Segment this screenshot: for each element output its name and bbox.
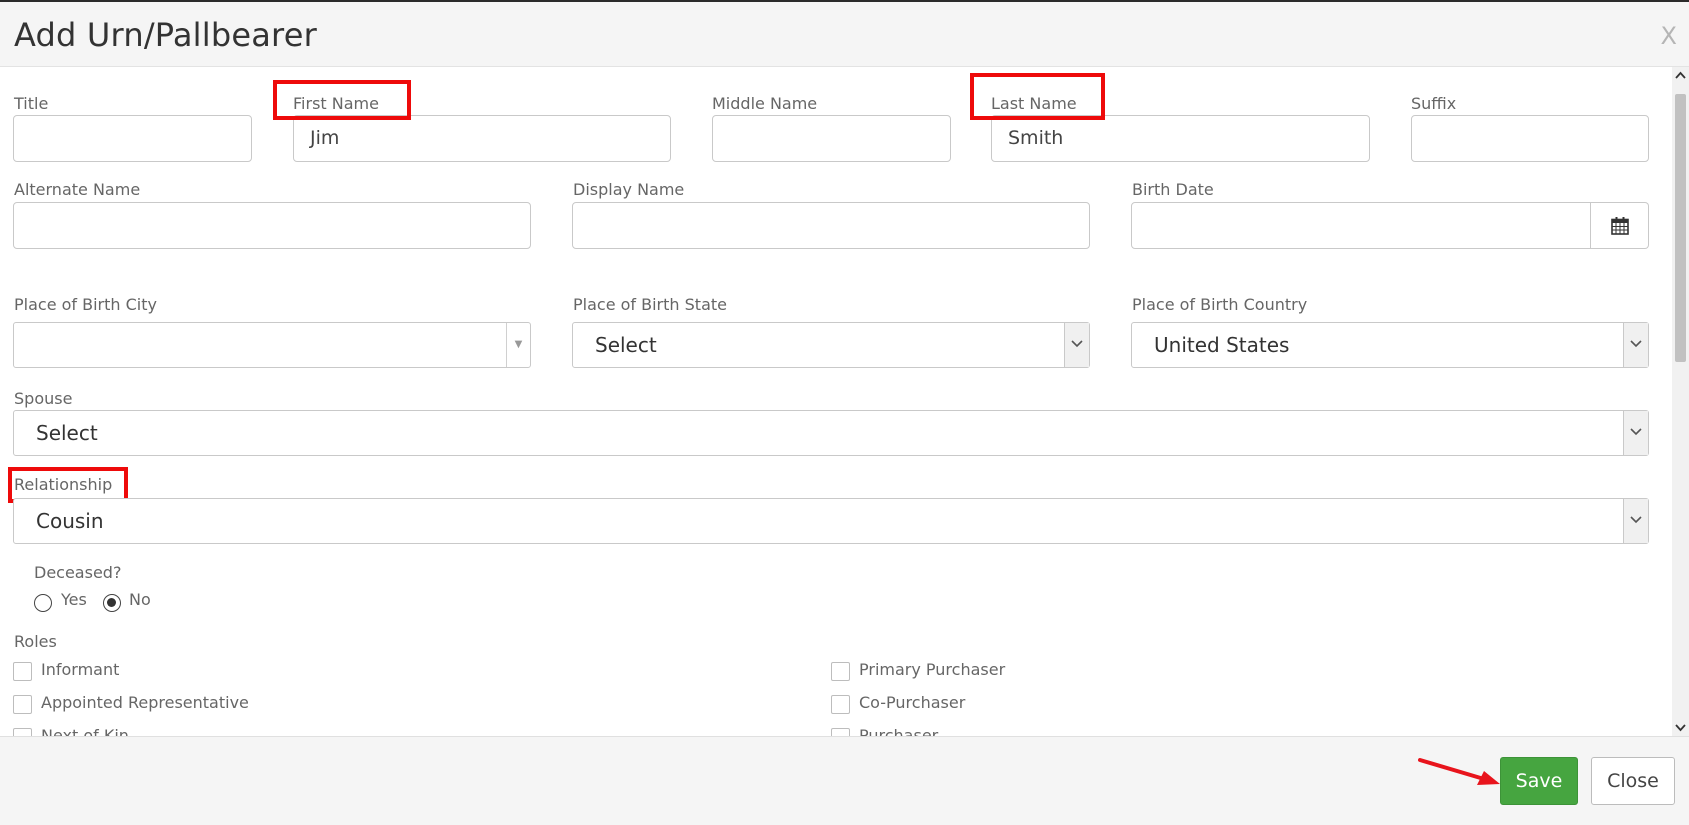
close-icon[interactable]: X <box>1661 22 1677 50</box>
chevron-down-icon[interactable] <box>1623 499 1648 543</box>
spouse-value: Select <box>36 421 98 445</box>
deceased-no-radio[interactable] <box>103 594 121 612</box>
middle-name-label: Middle Name <box>712 94 818 113</box>
spouse-label: Spouse <box>14 389 73 408</box>
scroll-down-icon[interactable] <box>1672 719 1689 736</box>
calendar-button[interactable] <box>1591 202 1649 249</box>
role-label-appointed-representative: Appointed Representative <box>41 693 249 712</box>
display-name-input[interactable] <box>572 202 1090 249</box>
chevron-down-icon[interactable] <box>1623 323 1648 367</box>
birth-country-select[interactable]: United States <box>1131 322 1649 368</box>
role-label-primary-purchaser: Primary Purchaser <box>859 660 1006 679</box>
first-name-input[interactable]: Jim <box>293 115 671 162</box>
title-label: Title <box>14 94 49 113</box>
calendar-icon <box>1611 217 1629 235</box>
role-label-purchaser: Purchaser <box>859 726 939 736</box>
chevron-down-icon[interactable] <box>1064 323 1089 367</box>
role-checkbox-co-purchaser[interactable] <box>831 695 850 714</box>
suffix-input[interactable] <box>1411 115 1649 162</box>
dialog-title: Add Urn/Pallbearer <box>14 16 317 54</box>
red-arrow-annotation <box>1418 758 1500 785</box>
role-label-co-purchaser: Co-Purchaser <box>859 693 966 712</box>
alternate-name-input[interactable] <box>13 202 531 249</box>
role-checkbox-primary-purchaser[interactable] <box>831 662 850 681</box>
display-name-label: Display Name <box>573 180 685 199</box>
role-checkbox-informant[interactable] <box>13 662 32 681</box>
middle-name-input[interactable] <box>712 115 951 162</box>
scroll-up-icon[interactable] <box>1672 67 1689 84</box>
birth-state-value: Select <box>595 333 657 357</box>
birth-date-input[interactable] <box>1131 202 1591 249</box>
birth-city-combobox[interactable]: ▼ <box>13 322 531 368</box>
birth-country-label: Place of Birth Country <box>1132 295 1308 314</box>
save-button[interactable]: Save <box>1500 757 1578 805</box>
suffix-label: Suffix <box>1411 94 1457 113</box>
vertical-scrollbar[interactable] <box>1672 67 1689 736</box>
dialog-header: Add Urn/Pallbearer X <box>0 2 1689 67</box>
roles-label: Roles <box>14 632 57 651</box>
chevron-down-icon[interactable] <box>1623 411 1648 455</box>
title-input[interactable] <box>13 115 252 162</box>
role-label-next-of-kin: Next of Kin <box>41 726 129 736</box>
birth-city-label: Place of Birth City <box>14 295 157 314</box>
deceased-yes-radio[interactable] <box>34 594 52 612</box>
dialog-body: Title First Name Jim Middle Name Last Na… <box>0 67 1689 736</box>
role-checkbox-appointed-representative[interactable] <box>13 695 32 714</box>
alternate-name-label: Alternate Name <box>14 180 141 199</box>
birth-state-select[interactable]: Select <box>572 322 1090 368</box>
deceased-yes-label: Yes <box>61 590 87 609</box>
role-checkbox-purchaser[interactable] <box>831 728 850 736</box>
scroll-thumb[interactable] <box>1675 94 1686 362</box>
role-checkbox-next-of-kin[interactable] <box>13 728 32 736</box>
close-button[interactable]: Close <box>1591 757 1675 805</box>
deceased-no-label: No <box>129 590 151 609</box>
dialog-footer: Save Close <box>0 736 1689 825</box>
last-name-highlight <box>970 73 1105 120</box>
last-name-input[interactable]: Smith <box>991 115 1370 162</box>
relationship-select[interactable]: Cousin <box>13 498 1649 544</box>
birth-state-label: Place of Birth State <box>573 295 727 314</box>
relationship-value: Cousin <box>36 509 104 533</box>
deceased-label: Deceased? <box>34 563 122 582</box>
birth-country-value: United States <box>1154 333 1290 357</box>
dropdown-triangle-icon[interactable]: ▼ <box>506 323 530 367</box>
birth-date-label: Birth Date <box>1132 180 1214 199</box>
spouse-select[interactable]: Select <box>13 410 1649 456</box>
first-name-highlight <box>273 80 411 120</box>
role-label-informant: Informant <box>41 660 120 679</box>
